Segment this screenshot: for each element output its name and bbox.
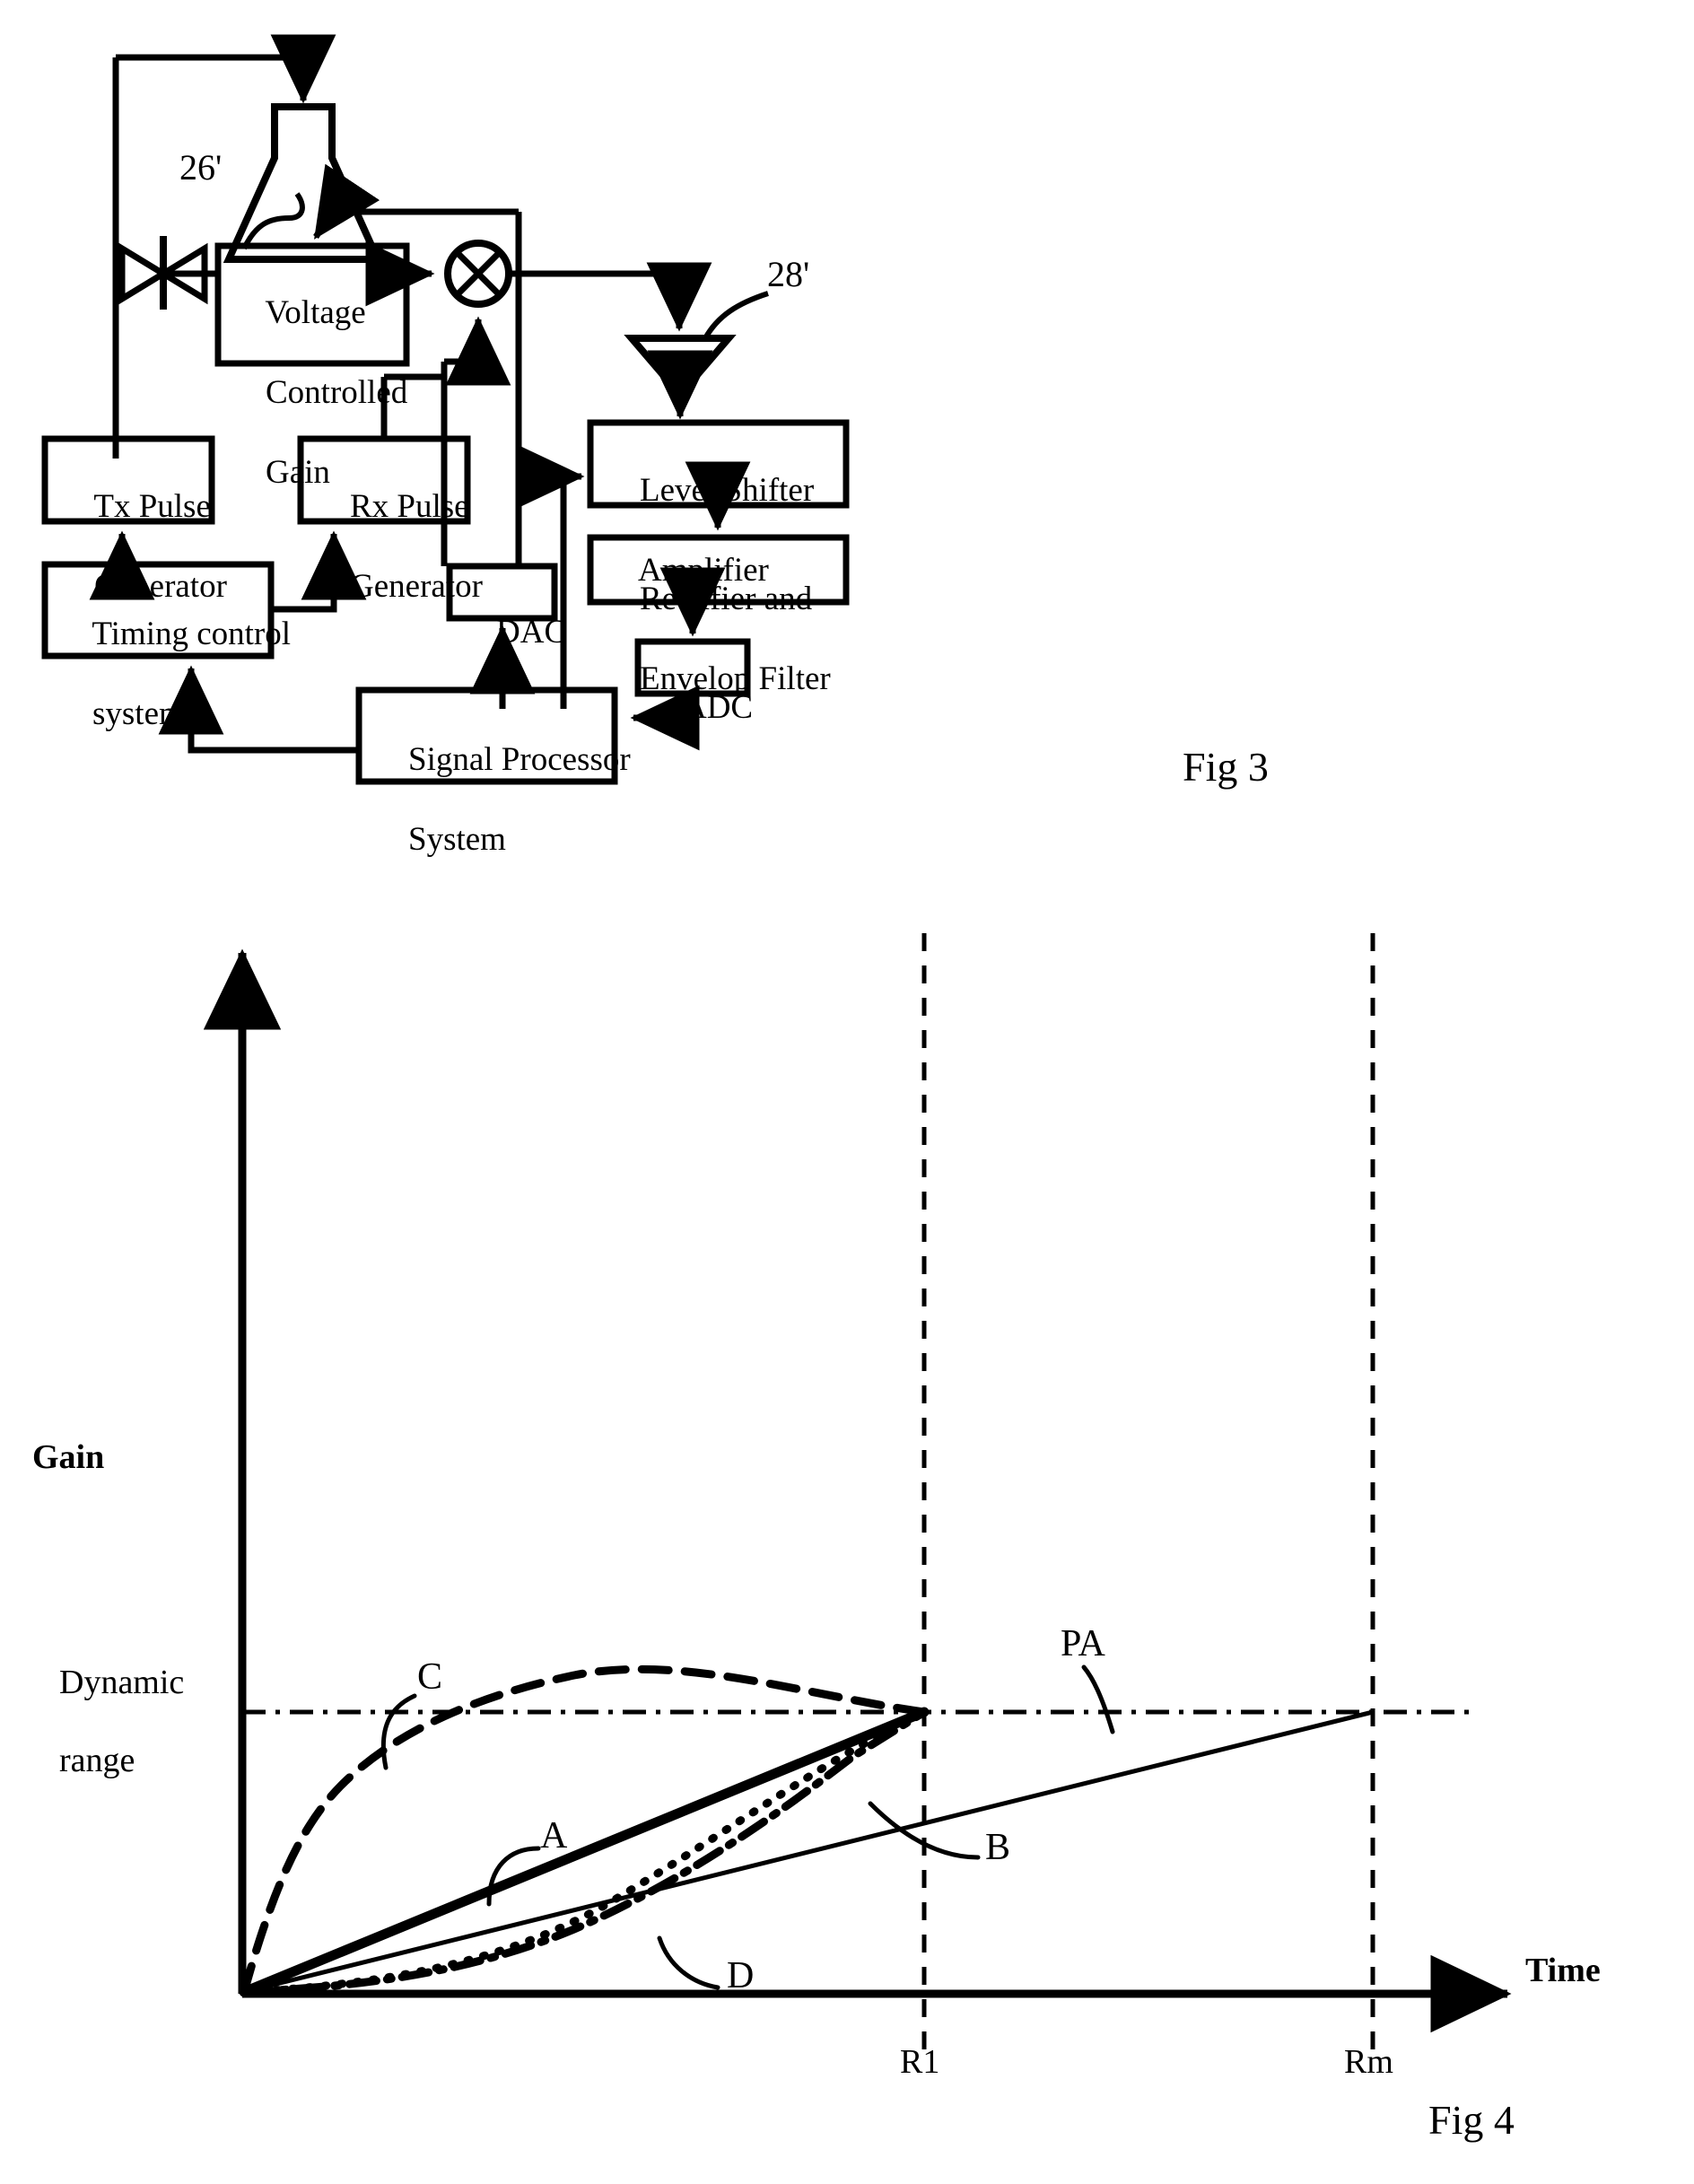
y-axis-label: Gain (32, 1438, 105, 1476)
curve-C (240, 1664, 929, 1996)
curve-PA-leader (1081, 1664, 1115, 1734)
xtick-rm-label: Rm (1344, 2043, 1393, 2081)
curve-D-leader (657, 1935, 720, 1990)
curve-label-A: A (540, 1815, 568, 1856)
dynamic-range-line-1: Dynamic (59, 1663, 185, 1701)
curve-label-B: B (985, 1827, 1011, 1868)
curve-PA (241, 1709, 1375, 1995)
curve-A (239, 1707, 930, 1997)
figure-4-chart (203, 933, 1512, 2055)
dynamic-range-label: Dynamic range (25, 1624, 184, 1820)
dynamic-range-line-2: range (59, 1742, 135, 1780)
x-axis-label: Time (1525, 1952, 1601, 1989)
xtick-r1-label: R1 (900, 2043, 940, 2081)
curve-label-D: D (727, 1955, 755, 1996)
figure-4-caption: Fig 4 (1428, 2097, 1515, 2143)
curve-label-PA: PA (1061, 1623, 1105, 1664)
curve-label-C: C (417, 1656, 443, 1698)
patent-drawing-page: 26' 28' Voltage Controlled Gain Tx Pulse… (0, 0, 1694, 2184)
